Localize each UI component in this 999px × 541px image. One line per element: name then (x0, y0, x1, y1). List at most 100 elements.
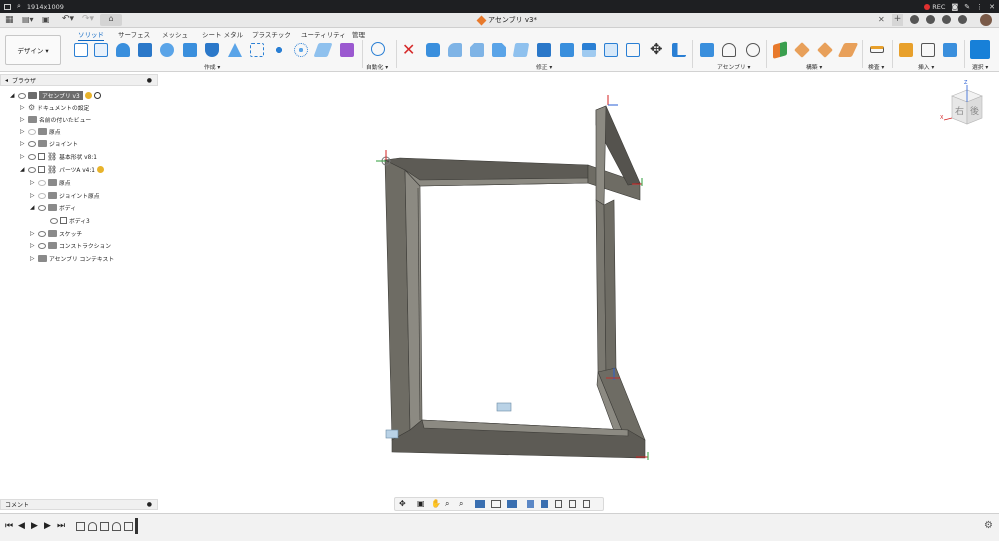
timeline-feature-2[interactable] (88, 522, 97, 531)
timeline-marker[interactable] (135, 518, 138, 534)
tab-solid[interactable]: ソリッド (78, 29, 104, 41)
joint-glyph-bottom[interactable] (496, 402, 512, 412)
shell-icon[interactable] (492, 43, 506, 57)
draft-icon[interactable] (512, 43, 530, 57)
midplane-icon[interactable] (817, 42, 833, 58)
workspace-switcher[interactable]: デザイン ▾ (5, 35, 61, 65)
display-settings-icon[interactable] (475, 500, 485, 508)
render-wire-icon[interactable] (555, 500, 562, 508)
joint-glyph-bottom-left[interactable] (385, 429, 399, 439)
chamfer-icon[interactable] (470, 43, 484, 57)
timeline-feature-1[interactable] (76, 522, 85, 531)
group-select[interactable]: 選択 ▾ (972, 62, 988, 71)
pan-icon[interactable]: ✋ (431, 499, 441, 508)
tab-mesh[interactable]: メッシュ (162, 29, 188, 39)
mirror-icon[interactable] (272, 43, 286, 57)
delete-icon[interactable]: ✕ (402, 40, 415, 59)
extensions-icon[interactable] (910, 15, 919, 24)
viewports-icon[interactable] (507, 500, 517, 508)
loft-icon[interactable] (183, 43, 197, 57)
fit-icon[interactable]: ⌕ (459, 499, 463, 509)
group-construct[interactable]: 構築 ▾ (806, 62, 822, 71)
close-icon[interactable]: ✕ (989, 3, 995, 11)
orbit-icon[interactable]: ✥ (399, 499, 406, 508)
job-status-icon[interactable] (926, 15, 935, 24)
group-automate[interactable]: 自動化 ▾ (366, 62, 388, 71)
measure-icon[interactable] (870, 46, 884, 53)
tab-manage[interactable]: 管理 (352, 29, 365, 39)
grid-settings-icon[interactable] (491, 500, 501, 508)
circular-pattern-icon[interactable] (294, 43, 308, 57)
replace-face-icon[interactable] (582, 43, 596, 57)
timeline-end-icon[interactable]: ⏭ (57, 521, 65, 531)
viewcube-graphic[interactable] (942, 82, 992, 128)
new-component-icon[interactable] (74, 43, 88, 57)
look-at-icon[interactable]: ▣ (417, 499, 425, 508)
insert-canvas-icon[interactable] (943, 43, 957, 57)
search-icon[interactable]: ⌕ (17, 2, 21, 11)
grid-menu-icon[interactable]: ▦ (5, 15, 14, 25)
move-icon[interactable]: ✥ (650, 40, 663, 58)
split-face-icon[interactable] (604, 43, 618, 57)
add-comment-icon[interactable]: ● (147, 501, 152, 508)
viewcube-face-back[interactable]: 後 (970, 104, 979, 117)
timeline-play-icon[interactable]: ▶ (31, 521, 38, 531)
group-insert[interactable]: 挿入 ▾ (918, 62, 934, 71)
tab-close-icon[interactable]: ✕ (878, 15, 885, 24)
timeline-prev-icon[interactable]: ◀ (18, 521, 25, 531)
joint-icon[interactable] (722, 43, 736, 57)
align-icon[interactable] (672, 43, 686, 57)
save-icon[interactable]: ▣ (42, 15, 50, 24)
avatar[interactable] (980, 14, 992, 26)
render-visible-icon[interactable] (583, 500, 590, 508)
motion-link-icon[interactable] (746, 43, 760, 57)
tab-surface[interactable]: サーフェス (118, 29, 150, 39)
automate-icon[interactable] (371, 42, 385, 56)
create-sketch-icon[interactable] (94, 43, 108, 57)
insert-derive-icon[interactable] (899, 43, 913, 57)
timeline-feature-3[interactable] (100, 522, 109, 531)
sweep-icon[interactable] (160, 43, 174, 57)
render-hidden-icon[interactable] (569, 500, 576, 508)
select-icon[interactable] (970, 40, 990, 59)
timeline-next-icon[interactable]: ▶ (44, 521, 51, 531)
revolve-icon[interactable] (138, 43, 152, 57)
render-shaded-icon[interactable] (527, 500, 534, 508)
new-component-asm-icon[interactable] (700, 43, 714, 57)
combine-icon[interactable] (560, 43, 574, 57)
group-assemble[interactable]: アセンブリ ▾ (717, 62, 750, 71)
tab-utilities[interactable]: ユーティリティ (301, 29, 346, 39)
group-inspect[interactable]: 検査 ▾ (868, 62, 884, 71)
timeline-settings-icon[interactable]: ⚙ (984, 520, 993, 531)
pattern-icon[interactable] (250, 43, 264, 57)
split-body-icon[interactable] (626, 43, 640, 57)
render-edges-icon[interactable] (541, 500, 548, 508)
thicken-icon[interactable] (313, 43, 333, 57)
group-create[interactable]: 作成 ▾ (204, 62, 220, 71)
extrude-icon[interactable] (116, 43, 130, 57)
home-button[interactable]: ⌂ (100, 14, 122, 26)
scale-icon[interactable] (537, 43, 551, 57)
undo-icon[interactable]: ↶▾ (62, 14, 74, 24)
frame-model[interactable] (383, 105, 646, 459)
pen-icon[interactable]: ✎ (964, 3, 970, 11)
tab-plastic[interactable]: プラスチック (252, 29, 291, 39)
camera-icon[interactable]: ◙ (951, 3, 958, 11)
zoom-icon[interactable]: ⌕ (445, 499, 449, 509)
new-tab-icon[interactable]: + (892, 14, 903, 26)
redo-icon[interactable]: ↷▾ (82, 14, 94, 24)
file-menu-icon[interactable]: ▤▾ (22, 15, 34, 24)
viewcube-face-right[interactable]: 右 (955, 104, 964, 117)
comment-panel[interactable]: コメント ● (0, 499, 158, 510)
viewcube[interactable]: Z X 右 後 (940, 80, 992, 128)
offset-plane-icon[interactable] (773, 41, 787, 59)
form-icon[interactable] (340, 43, 354, 57)
tab-sheet-metal[interactable]: シート メタル (202, 29, 243, 39)
record-indicator[interactable]: REC (924, 3, 945, 11)
notifications-icon[interactable] (942, 15, 951, 24)
pyramid-icon[interactable] (228, 43, 242, 57)
help-icon[interactable] (958, 15, 967, 24)
timeline-start-icon[interactable]: ⏮ (5, 521, 13, 531)
hole-icon[interactable] (205, 43, 219, 57)
insert-mesh-icon[interactable] (921, 43, 935, 57)
